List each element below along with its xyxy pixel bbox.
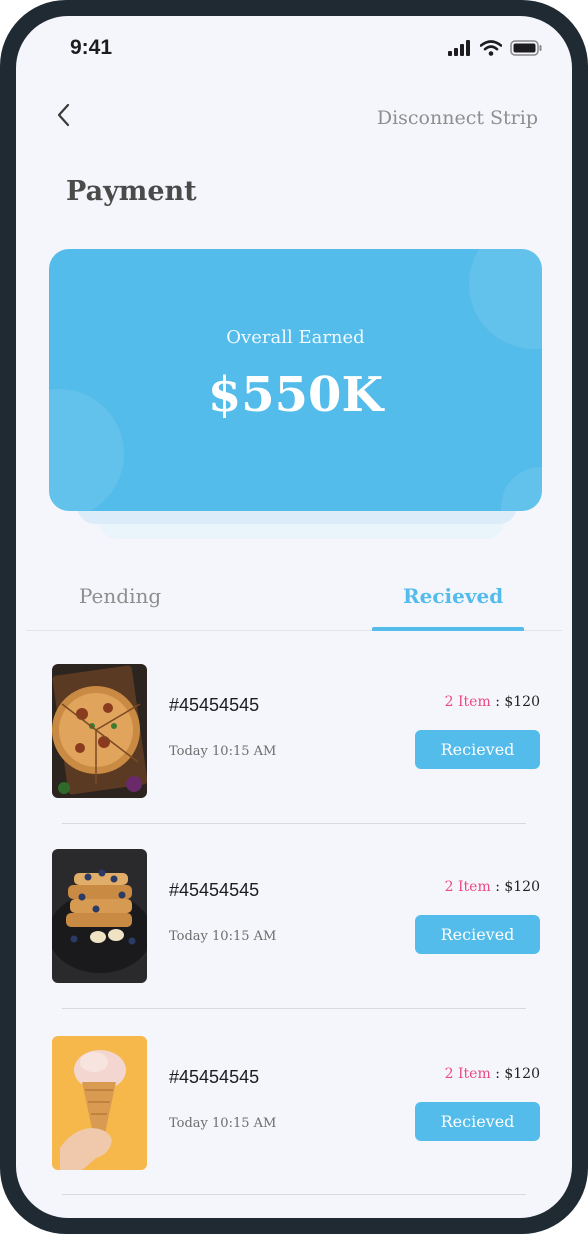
received-button[interactable]: Recieved [415, 915, 540, 954]
order-amount: $120 [504, 1066, 540, 1082]
app-screen: 9:41 Disconnect Strip Payment Overall Ea… [16, 16, 572, 1218]
order-summary-separator: : [495, 1066, 500, 1082]
order-summary: 2 Item : $120 [445, 879, 540, 895]
order-summary: 2 Item : $120 [445, 1066, 540, 1082]
active-tab-indicator [372, 627, 524, 631]
battery-icon [510, 40, 542, 56]
order-item-count: 2 Item [444, 694, 491, 710]
order-thumbnail [52, 849, 147, 983]
order-id: #45454545 [169, 695, 260, 715]
overall-earned-value: $550K [207, 367, 384, 423]
received-button[interactable]: Recieved [415, 1102, 540, 1141]
card-decoration-bottom-right [501, 467, 542, 511]
earnings-card-stack: Overall Earned $550K [49, 249, 542, 539]
row-divider [62, 1194, 526, 1195]
order-row[interactable]: #45454545 Today 10:15 AM 2 Item : $120 R… [52, 849, 540, 983]
pizza-photo [52, 664, 147, 798]
page-title: Payment [66, 176, 197, 207]
order-summary-separator: : [495, 879, 500, 895]
order-item-count: 2 Item [444, 1066, 491, 1082]
ice-cream-photo [52, 1036, 147, 1170]
order-summary-separator: : [495, 694, 500, 710]
order-item-count: 2 Item [444, 879, 491, 895]
wifi-icon [480, 40, 502, 56]
french-toast-photo [52, 849, 147, 983]
chevron-left-icon [57, 103, 70, 127]
row-divider [62, 1008, 526, 1009]
order-id: #45454545 [169, 880, 260, 900]
row-divider [62, 823, 526, 824]
order-time: Today 10:15 AM [169, 744, 277, 759]
earnings-card: Overall Earned $550K [49, 249, 542, 511]
order-summary: 2 Item : $120 [445, 694, 540, 710]
order-id: #45454545 [169, 1067, 260, 1087]
status-time: 9:41 [70, 36, 113, 59]
order-thumbnail [52, 1036, 147, 1170]
signal-icon [448, 40, 470, 56]
order-time: Today 10:15 AM [169, 1116, 277, 1131]
order-thumbnail [52, 664, 147, 798]
tab-pending[interactable]: Pending [79, 584, 161, 608]
order-amount: $120 [504, 879, 540, 895]
overall-earned-label: Overall Earned [226, 327, 365, 348]
phone-frame: 9:41 Disconnect Strip Payment Overall Ea… [0, 0, 588, 1234]
status-icons [448, 40, 542, 56]
disconnect-strip-link[interactable]: Disconnect Strip [377, 107, 538, 129]
received-button[interactable]: Recieved [415, 730, 540, 769]
status-bar: 9:41 [16, 16, 572, 76]
payment-tabs: Pending Recieved [26, 584, 562, 631]
order-row[interactable]: #45454545 Today 10:15 AM 2 Item : $120 R… [52, 664, 540, 798]
tab-received[interactable]: Recieved [403, 584, 503, 608]
order-time: Today 10:15 AM [169, 929, 277, 944]
back-button[interactable] [50, 98, 80, 132]
order-row[interactable]: #45454545 Today 10:15 AM 2 Item : $120 R… [52, 1036, 540, 1170]
order-amount: $120 [504, 694, 540, 710]
